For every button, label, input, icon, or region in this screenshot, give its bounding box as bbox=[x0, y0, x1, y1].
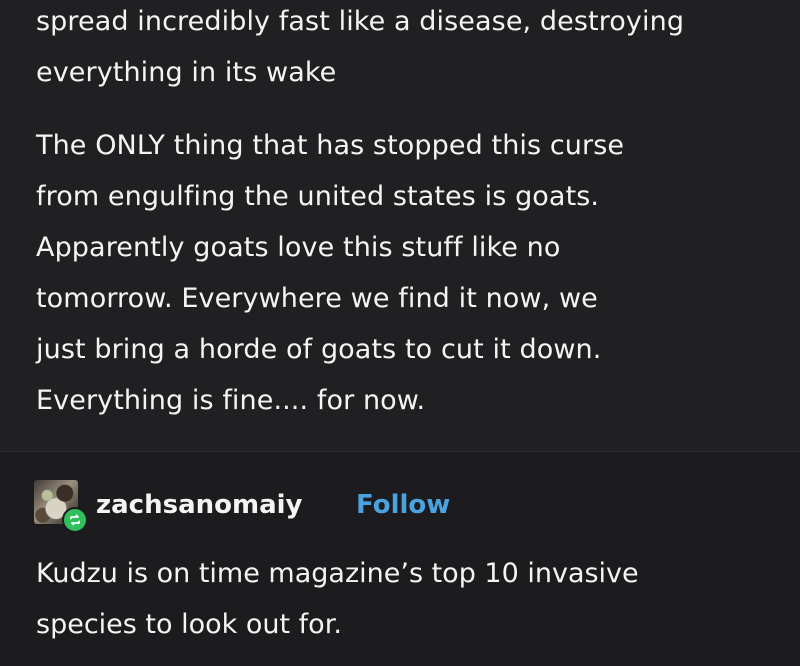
reply-line: species to look out for. bbox=[36, 609, 342, 640]
post-line: tomorrow. Everywhere we find it now, we bbox=[36, 283, 598, 314]
reblog-icon-glyph bbox=[70, 514, 80, 526]
post-line: everything in its wake bbox=[36, 57, 337, 88]
post-body: spread incredibly fast like a disease, d… bbox=[0, 0, 800, 452]
reply-block: zachsanomaiy Follow Kudzu is on time mag… bbox=[0, 452, 800, 666]
post-paragraph-2: The ONLY thing that has stopped this cur… bbox=[36, 120, 624, 426]
post-line: Everything is fine.... for now. bbox=[36, 385, 426, 416]
avatar-container[interactable] bbox=[34, 480, 88, 533]
post-paragraph-1: spread incredibly fast like a disease, d… bbox=[36, 0, 684, 98]
post-line: just bring a horde of goats to cut it do… bbox=[36, 334, 602, 365]
post-line: from engulfing the united states is goat… bbox=[36, 181, 600, 212]
reply-line: Kudzu is on time magazine’s top 10 invas… bbox=[36, 558, 639, 589]
reblog-icon bbox=[62, 507, 88, 533]
post-line: The ONLY thing that has stopped this cur… bbox=[36, 130, 625, 161]
post-line: spread incredibly fast like a disease, d… bbox=[36, 6, 685, 37]
reply-username[interactable]: zachsanomaiy bbox=[96, 485, 303, 525]
post-line: Apparently goats love this stuff like no bbox=[36, 232, 561, 263]
follow-button[interactable]: Follow bbox=[356, 485, 450, 525]
reply-text: Kudzu is on time magazine’s top 10 invas… bbox=[36, 548, 639, 650]
